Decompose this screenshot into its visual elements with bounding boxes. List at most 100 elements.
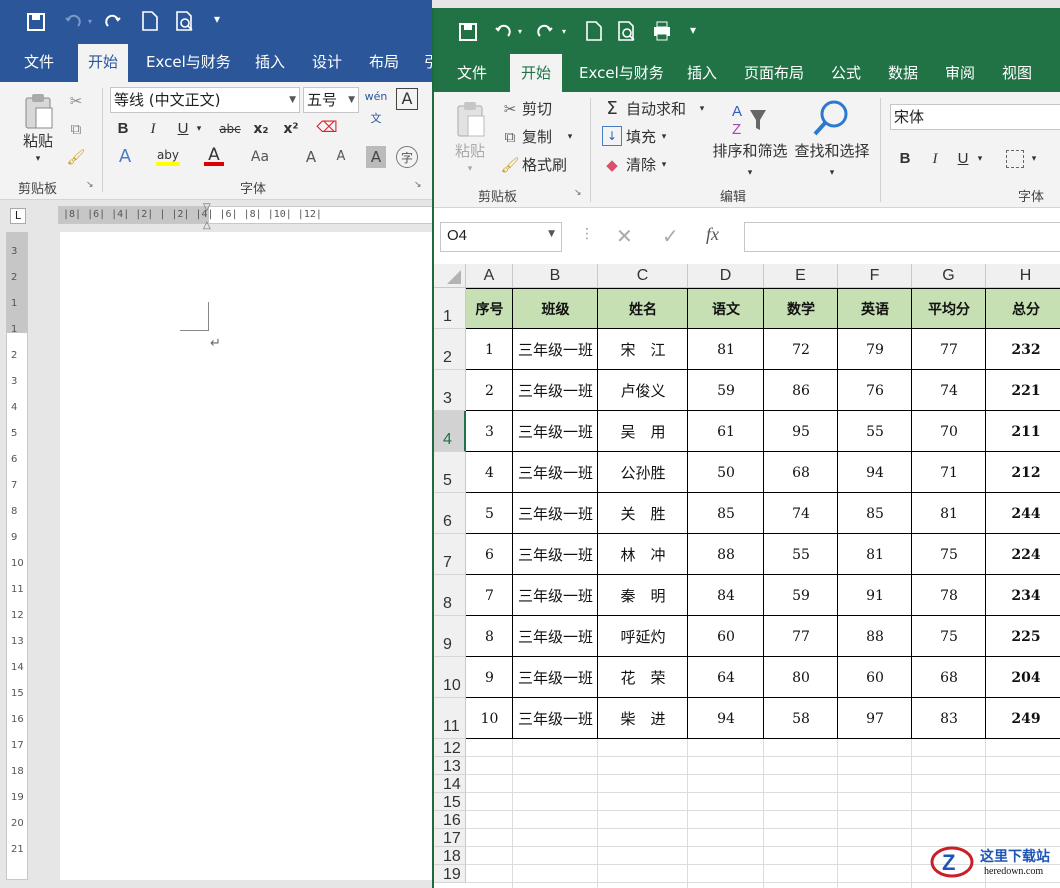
excel-tab-view[interactable]: 视图 — [991, 54, 1043, 92]
print-preview-icon[interactable] — [616, 20, 638, 42]
table-cell[interactable]: 三年级一班 — [513, 329, 598, 370]
column-header[interactable]: A — [466, 264, 513, 288]
row-header[interactable]: 4 — [434, 411, 466, 452]
table-cell[interactable]: 249 — [986, 698, 1060, 739]
table-cell[interactable]: 71 — [912, 452, 986, 493]
word-font-size-combo[interactable]: 五号 ▼ — [303, 87, 359, 113]
row-header[interactable]: 7 — [434, 534, 466, 575]
table-cell[interactable]: 4 — [466, 452, 513, 493]
table-cell[interactable]: 2 — [466, 370, 513, 411]
table-cell[interactable]: 68 — [764, 452, 838, 493]
autosum-button[interactable]: 自动求和 — [626, 98, 696, 120]
row-header[interactable]: 2 — [434, 329, 466, 370]
row-header[interactable]: 8 — [434, 575, 466, 616]
chevron-down-icon[interactable]: ▾ — [744, 162, 756, 184]
excel-tab-excel-finance[interactable]: Excel与财务 — [568, 54, 675, 92]
word-tab-excel-finance[interactable]: Excel与财务 — [136, 44, 241, 82]
subscript-button[interactable]: x₂ — [250, 118, 272, 140]
table-header-cell[interactable]: 数学 — [764, 288, 838, 329]
table-cell[interactable]: 81 — [838, 534, 912, 575]
table-cell[interactable]: 宋 江 — [598, 329, 688, 370]
italic-button[interactable]: I — [144, 118, 162, 140]
table-cell[interactable]: 84 — [688, 575, 764, 616]
paste-dropdown-icon[interactable]: ▾ — [460, 158, 480, 180]
table-cell[interactable]: 58 — [764, 698, 838, 739]
clear-formatting-icon[interactable]: ⌫ — [316, 116, 338, 138]
table-cell[interactable]: 10 — [466, 698, 513, 739]
enter-icon[interactable]: ✓ — [662, 224, 679, 248]
row-header[interactable]: 1 — [434, 288, 466, 329]
table-cell[interactable]: 77 — [912, 329, 986, 370]
table-cell[interactable]: 三年级一班 — [513, 370, 598, 411]
table-cell[interactable]: 75 — [912, 534, 986, 575]
table-cell[interactable]: 95 — [764, 411, 838, 452]
tab-selector[interactable]: L — [10, 208, 26, 224]
underline-button[interactable]: U — [174, 118, 192, 140]
cut-icon[interactable]: ✂ — [500, 98, 520, 120]
name-box[interactable]: O4 ▼ — [440, 222, 562, 252]
excel-tab-home[interactable]: 开始 — [510, 54, 563, 92]
enclose-character-icon[interactable]: 字 — [396, 146, 418, 168]
table-cell[interactable]: 9 — [466, 657, 513, 698]
row-header[interactable]: 5 — [434, 452, 466, 493]
table-cell[interactable]: 221 — [986, 370, 1060, 411]
new-document-icon[interactable] — [140, 10, 160, 32]
character-shading-icon[interactable]: A — [366, 146, 386, 168]
word-font-name-combo[interactable]: 等线 (中文正文) ▼ — [110, 87, 300, 113]
phonetic-guide-icon[interactable]: wén 文 — [364, 86, 388, 125]
column-header[interactable]: E — [764, 264, 838, 288]
chevron-down-icon[interactable]: ▾ — [658, 126, 670, 148]
word-tab-insert[interactable]: 插入 — [245, 44, 295, 82]
table-cell[interactable]: 吴 用 — [598, 411, 688, 452]
word-tab-ref[interactable]: 引 — [414, 44, 432, 82]
table-cell[interactable]: 三年级一班 — [513, 575, 598, 616]
table-cell[interactable]: 70 — [912, 411, 986, 452]
excel-tab-formulas[interactable]: 公式 — [820, 54, 872, 92]
table-cell[interactable]: 83 — [912, 698, 986, 739]
row-header[interactable]: 6 — [434, 493, 466, 534]
chevron-down-icon[interactable]: ▾ — [658, 154, 670, 176]
excel-tab-data[interactable]: 数据 — [877, 54, 929, 92]
clear-eraser-icon[interactable]: ◆ — [602, 154, 622, 176]
table-cell[interactable]: 74 — [912, 370, 986, 411]
fill-icon[interactable]: ↓ — [602, 126, 622, 146]
table-cell[interactable]: 232 — [986, 329, 1060, 370]
row-header[interactable]: 3 — [434, 370, 466, 411]
table-header-cell[interactable]: 序号 — [466, 288, 513, 329]
copy-icon[interactable]: ⧉ — [500, 126, 520, 148]
table-cell[interactable]: 59 — [764, 575, 838, 616]
cancel-icon[interactable]: ✕ — [616, 224, 633, 248]
select-all-corner[interactable] — [434, 264, 466, 288]
table-cell[interactable]: 78 — [912, 575, 986, 616]
paste-dropdown-icon[interactable]: ▾ — [28, 148, 48, 170]
formula-input[interactable] — [744, 222, 1060, 252]
table-cell[interactable]: 225 — [986, 616, 1060, 657]
sort-filter-icon[interactable]: AZ — [730, 100, 770, 138]
copy-icon[interactable]: ⧉ — [66, 118, 86, 140]
customize-toolbar-icon[interactable]: ▾ — [214, 12, 220, 26]
table-cell[interactable]: 72 — [764, 329, 838, 370]
table-cell[interactable]: 50 — [688, 452, 764, 493]
table-cell[interactable]: 60 — [688, 616, 764, 657]
italic-button[interactable]: I — [926, 148, 944, 170]
change-case-icon[interactable]: Aa — [248, 146, 272, 168]
indent-marker-icon[interactable]: ▽ — [203, 202, 211, 213]
table-cell[interactable]: 94 — [688, 698, 764, 739]
row-header[interactable]: 13 — [434, 757, 466, 775]
chevron-down-icon[interactable]: ▾ — [1028, 148, 1040, 170]
chevron-down-icon[interactable]: ▼ — [548, 229, 555, 239]
row-header[interactable]: 17 — [434, 829, 466, 847]
indent-marker-icon[interactable]: △ — [203, 220, 211, 231]
table-cell[interactable]: 花 荣 — [598, 657, 688, 698]
redo-icon[interactable]: ▾ — [536, 22, 572, 42]
table-cell[interactable]: 97 — [838, 698, 912, 739]
table-cell[interactable]: 6 — [466, 534, 513, 575]
table-cell[interactable]: 三年级一班 — [513, 616, 598, 657]
insert-function-icon[interactable]: fx — [706, 224, 719, 245]
table-cell[interactable]: 三年级一班 — [513, 698, 598, 739]
table-cell[interactable]: 三年级一班 — [513, 411, 598, 452]
table-cell[interactable]: 55 — [764, 534, 838, 575]
table-cell[interactable]: 204 — [986, 657, 1060, 698]
excel-font-name-combo[interactable]: 宋体 — [890, 104, 1060, 130]
excel-tab-file[interactable]: 文件 — [446, 54, 498, 92]
